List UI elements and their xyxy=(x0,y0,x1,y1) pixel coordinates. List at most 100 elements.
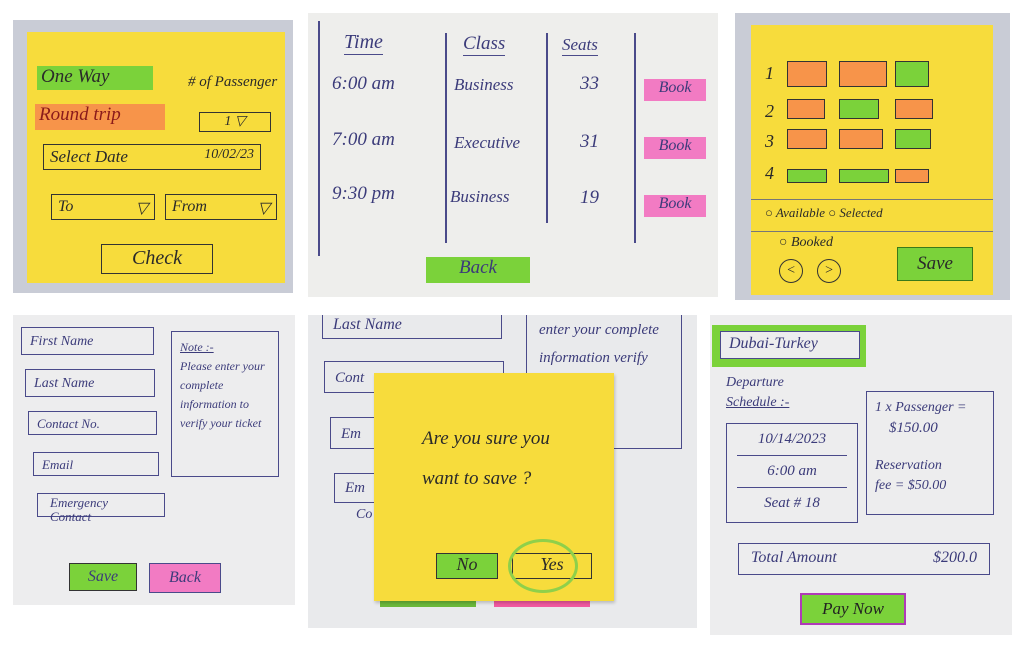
chevron-left-icon[interactable]: < xyxy=(779,259,803,283)
seat-row-label: 4 xyxy=(765,163,774,183)
total-value: $200.0 xyxy=(933,549,977,566)
schedule-label: Schedule :- xyxy=(726,395,790,410)
reservation-fee: fee = $50.00 xyxy=(875,478,947,493)
departure-date: 10/14/2023 xyxy=(737,424,847,456)
note-title: Note :- xyxy=(180,340,214,354)
total-amount-box: Total Amount $200.0 xyxy=(738,543,990,575)
departure-label: Departure xyxy=(726,375,784,390)
select-date-field[interactable]: Select Date 10/02/23 xyxy=(43,144,261,170)
divider xyxy=(751,231,993,232)
book-button[interactable]: Book xyxy=(644,79,706,101)
chevron-right-icon[interactable]: > xyxy=(817,259,841,283)
route-label: Dubai-Turkey xyxy=(720,331,860,359)
header-seats: Seats xyxy=(562,35,598,56)
book-button[interactable]: Book xyxy=(644,195,706,217)
price-box: 1 x Passenger = $150.00 Reservation fee … xyxy=(866,391,994,515)
dropdown-arrow-icon: ▽ xyxy=(135,200,148,217)
seat-booked[interactable] xyxy=(839,129,883,149)
dialog-message: Are you sure you want to save ? xyxy=(422,428,550,489)
seat-row-label: 2 xyxy=(765,101,774,121)
emergency-contact-label: Co xyxy=(356,507,373,522)
select-date-label: Select Date xyxy=(50,147,128,166)
seat-booked[interactable] xyxy=(787,61,827,87)
save-button[interactable]: Save xyxy=(897,247,973,281)
note-box: Note :- Please enter your complete infor… xyxy=(171,331,279,477)
book-button[interactable]: Book xyxy=(644,137,706,159)
seat-booked[interactable] xyxy=(895,99,933,119)
header-class: Class xyxy=(463,33,506,56)
dropdown-arrow-icon: ▽ xyxy=(234,114,246,129)
email-input[interactable]: Email xyxy=(33,452,159,476)
passengers-value: 1 xyxy=(224,114,232,129)
flight-class: Executive xyxy=(454,133,521,152)
seat-available[interactable] xyxy=(839,99,879,119)
save-button[interactable]: Save xyxy=(69,563,137,591)
payment-screen-sketch: Dubai-Turkey Departure Schedule :- 10/14… xyxy=(710,315,1012,635)
passengers-select[interactable]: 1 ▽ xyxy=(199,112,271,132)
dropdown-arrow-icon: ▽ xyxy=(257,200,270,217)
emergency-contact-label: Emergency Contact xyxy=(50,495,108,524)
back-button[interactable]: Back xyxy=(149,563,221,593)
to-select[interactable]: To ▽ xyxy=(51,194,155,220)
total-label: Total Amount xyxy=(751,549,837,566)
seat-available[interactable] xyxy=(895,129,931,149)
emergency-contact-input[interactable]: Emergency Contact xyxy=(37,493,165,524)
passenger-form-sketch: First Name Last Name Contact No. Email E… xyxy=(13,315,295,605)
check-button[interactable]: Check xyxy=(101,244,213,274)
note-text: Please enter your complete information t… xyxy=(180,359,265,430)
passengers-label: # of Passenger xyxy=(188,74,278,90)
one-way-option[interactable]: One Way xyxy=(37,66,153,90)
confirm-dialog-sketch: Last Name Cont Em Em Co enter your compl… xyxy=(308,315,697,628)
departure-time: 6:00 am xyxy=(737,456,847,488)
contact-input[interactable]: Contact No. xyxy=(28,411,157,435)
round-trip-option[interactable]: Round trip xyxy=(35,104,165,130)
seat-booked[interactable] xyxy=(787,129,827,149)
select-date-value: 10/02/23 xyxy=(204,147,254,162)
divider xyxy=(751,199,993,200)
header-time: Time xyxy=(344,31,383,55)
column-divider xyxy=(546,33,548,223)
seat-available[interactable] xyxy=(839,169,889,183)
flight-class: Business xyxy=(450,187,510,206)
seat-selection-sketch: 1 2 3 4 ○ Available ○ Selected ○ Booked < >… xyxy=(735,13,1010,300)
selection-circle xyxy=(508,539,578,593)
seat-row-label: 1 xyxy=(765,63,774,83)
no-button[interactable]: No xyxy=(436,553,498,579)
last-name-input: Last Name xyxy=(322,315,502,339)
back-button[interactable]: Back xyxy=(426,257,530,283)
search-screen-sketch: One Way Round trip # of Passenger 1 ▽ Se… xyxy=(13,20,293,293)
legend-booked-label: Booked xyxy=(790,235,833,250)
column-divider xyxy=(318,21,320,256)
flights-screen-sketch: Time Class Seats 6:00 am Business 33 Boo… xyxy=(308,13,718,297)
last-name-input[interactable]: Last Name xyxy=(25,369,155,397)
legend-available: ○ Available ○ Selected xyxy=(765,205,883,220)
seat-booked[interactable] xyxy=(787,99,825,119)
flight-time: 7:00 am xyxy=(332,129,395,150)
seat-number: Seat # 18 xyxy=(764,495,820,511)
from-label: From xyxy=(172,198,207,215)
flight-time: 9:30 pm xyxy=(332,183,395,204)
legend-available-label: Available xyxy=(775,205,825,220)
legend-booked: ○ Booked xyxy=(779,235,833,250)
first-name-input[interactable]: First Name xyxy=(21,327,154,355)
seat-row-label: 3 xyxy=(765,131,774,151)
dialog-sticky-note: Are you sure you want to save ? No Yes xyxy=(374,373,614,601)
reservation-line: Reservation xyxy=(875,458,942,473)
seat-available[interactable] xyxy=(787,169,827,183)
legend-selected-label: Selected xyxy=(839,205,883,220)
seat-available[interactable] xyxy=(895,61,929,87)
column-divider xyxy=(634,33,636,243)
flight-seats: 33 xyxy=(580,73,599,94)
seat-booked[interactable] xyxy=(895,169,929,183)
column-divider xyxy=(445,33,447,243)
flight-seats: 31 xyxy=(580,131,599,152)
to-label: To xyxy=(58,198,74,215)
flight-seats: 19 xyxy=(580,187,599,208)
schedule-box: 10/14/2023 6:00 am Seat # 18 xyxy=(726,423,858,523)
pay-now-button[interactable]: Pay Now xyxy=(800,593,906,625)
from-select[interactable]: From ▽ xyxy=(165,194,277,220)
seat-booked[interactable] xyxy=(839,61,887,87)
passenger-price: $150.00 xyxy=(889,420,938,436)
flight-class: Business xyxy=(454,75,514,94)
passenger-line: 1 x Passenger = xyxy=(875,400,967,415)
